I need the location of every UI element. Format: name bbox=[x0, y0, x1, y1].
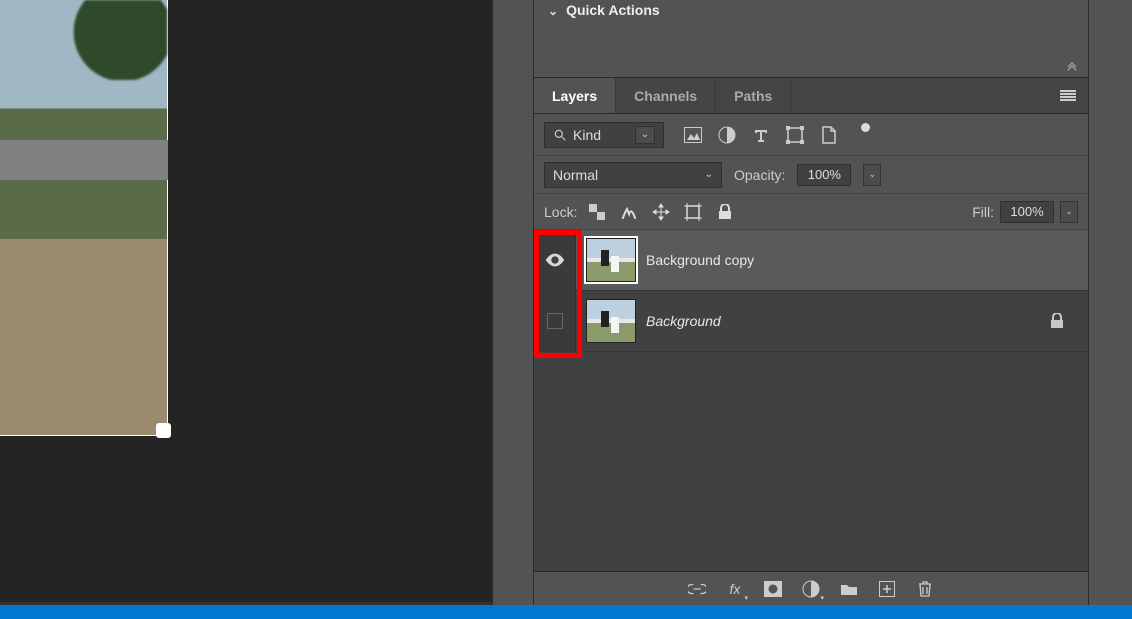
layer-name-label[interactable]: Background copy bbox=[646, 252, 754, 268]
transform-handle-br[interactable] bbox=[156, 423, 171, 438]
lock-all-icon[interactable] bbox=[715, 202, 735, 222]
filter-type-icon[interactable] bbox=[752, 126, 770, 144]
filter-toggle-switch[interactable] bbox=[860, 123, 870, 147]
lock-label: Lock: bbox=[544, 204, 577, 220]
new-layer-icon[interactable] bbox=[878, 580, 896, 598]
delete-layer-icon[interactable] bbox=[916, 580, 934, 598]
lock-artboard-icon[interactable] bbox=[683, 202, 703, 222]
layer-visibility-toggle[interactable] bbox=[534, 230, 576, 290]
tab-paths[interactable]: Paths bbox=[716, 78, 791, 113]
right-panels: ⌄ Quick Actions Layers Channels Paths bbox=[533, 0, 1088, 605]
tab-layers[interactable]: Layers bbox=[534, 78, 616, 113]
layers-bottom-bar: fx▾ ▾ bbox=[534, 571, 1088, 605]
lock-row: Lock: bbox=[534, 194, 1088, 230]
chevron-down-icon: ⌄ bbox=[548, 4, 558, 18]
tab-paths-label: Paths bbox=[734, 88, 772, 104]
filter-type-icons bbox=[684, 123, 870, 147]
blend-mode-row: Normal ⌄ Opacity: 100% ⌄ bbox=[534, 156, 1088, 194]
canvas-area[interactable] bbox=[0, 0, 492, 602]
filter-shape-icon[interactable] bbox=[786, 126, 804, 144]
layer-name-label[interactable]: Background bbox=[646, 313, 721, 329]
tab-channels-label: Channels bbox=[634, 88, 697, 104]
filter-adjustment-icon[interactable] bbox=[718, 126, 736, 144]
chevron-down-icon: ⌄ bbox=[635, 126, 655, 144]
panel-tab-strip: Layers Channels Paths bbox=[534, 78, 1088, 114]
fill-value: 100% bbox=[1010, 204, 1043, 219]
app-root: ⌄ Quick Actions Layers Channels Paths bbox=[0, 0, 1132, 605]
layer-filter-row: Kind ⌄ bbox=[534, 114, 1088, 156]
layer-locked-icon[interactable] bbox=[1050, 313, 1064, 329]
filter-kind-label: Kind bbox=[573, 127, 601, 143]
layers-list[interactable]: Background copy Background bbox=[534, 230, 1088, 571]
panel-flyout-menu-button[interactable] bbox=[1060, 78, 1076, 113]
canvas-image[interactable] bbox=[0, 0, 168, 436]
layer-visibility-toggle[interactable] bbox=[534, 291, 576, 351]
layer-thumbnail[interactable] bbox=[586, 299, 636, 343]
blend-mode-dropdown[interactable]: Normal ⌄ bbox=[544, 162, 722, 188]
group-layers-icon[interactable] bbox=[840, 580, 858, 598]
opacity-value-field[interactable]: 100% bbox=[797, 164, 851, 186]
opacity-value: 100% bbox=[808, 167, 841, 182]
fill-value-field[interactable]: 100% bbox=[1000, 201, 1054, 223]
fill-label: Fill: bbox=[972, 204, 994, 220]
filter-smartobject-icon[interactable] bbox=[820, 126, 838, 144]
layer-thumbnail[interactable] bbox=[586, 238, 636, 282]
opacity-dropdown-button[interactable]: ⌄ bbox=[863, 164, 881, 186]
quick-actions-title: Quick Actions bbox=[566, 2, 660, 18]
quick-actions-panel: ⌄ Quick Actions bbox=[534, 0, 1088, 78]
search-icon bbox=[553, 128, 567, 142]
opacity-label: Opacity: bbox=[734, 167, 785, 183]
fill-dropdown-button[interactable]: ⌄ bbox=[1060, 201, 1078, 223]
filter-pixel-icon[interactable] bbox=[684, 126, 702, 144]
layer-row-background[interactable]: Background bbox=[534, 291, 1088, 352]
quick-actions-header[interactable]: ⌄ Quick Actions bbox=[548, 2, 1074, 18]
lock-image-icon[interactable] bbox=[619, 202, 639, 222]
blend-mode-value: Normal bbox=[553, 167, 598, 183]
visibility-off-icon bbox=[547, 313, 563, 329]
panel-expand-grip-icon[interactable] bbox=[1066, 59, 1078, 71]
layer-fx-icon[interactable]: fx▾ bbox=[726, 580, 744, 598]
hamburger-icon bbox=[1060, 90, 1076, 102]
layer-mask-icon[interactable] bbox=[764, 580, 782, 598]
layer-row-background-copy[interactable]: Background copy bbox=[534, 230, 1088, 291]
filter-kind-dropdown[interactable]: Kind ⌄ bbox=[544, 122, 664, 148]
panel-gutter bbox=[492, 0, 533, 605]
adjustment-layer-icon[interactable]: ▾ bbox=[802, 580, 820, 598]
lock-transparency-icon[interactable] bbox=[587, 202, 607, 222]
link-layers-icon[interactable] bbox=[688, 580, 706, 598]
chevron-down-icon: ⌄ bbox=[705, 169, 713, 180]
tab-layers-label: Layers bbox=[552, 88, 597, 104]
lock-position-icon[interactable] bbox=[651, 202, 671, 222]
panel-right-strip bbox=[1088, 0, 1132, 605]
tab-channels[interactable]: Channels bbox=[616, 78, 716, 113]
eye-icon bbox=[544, 249, 566, 271]
